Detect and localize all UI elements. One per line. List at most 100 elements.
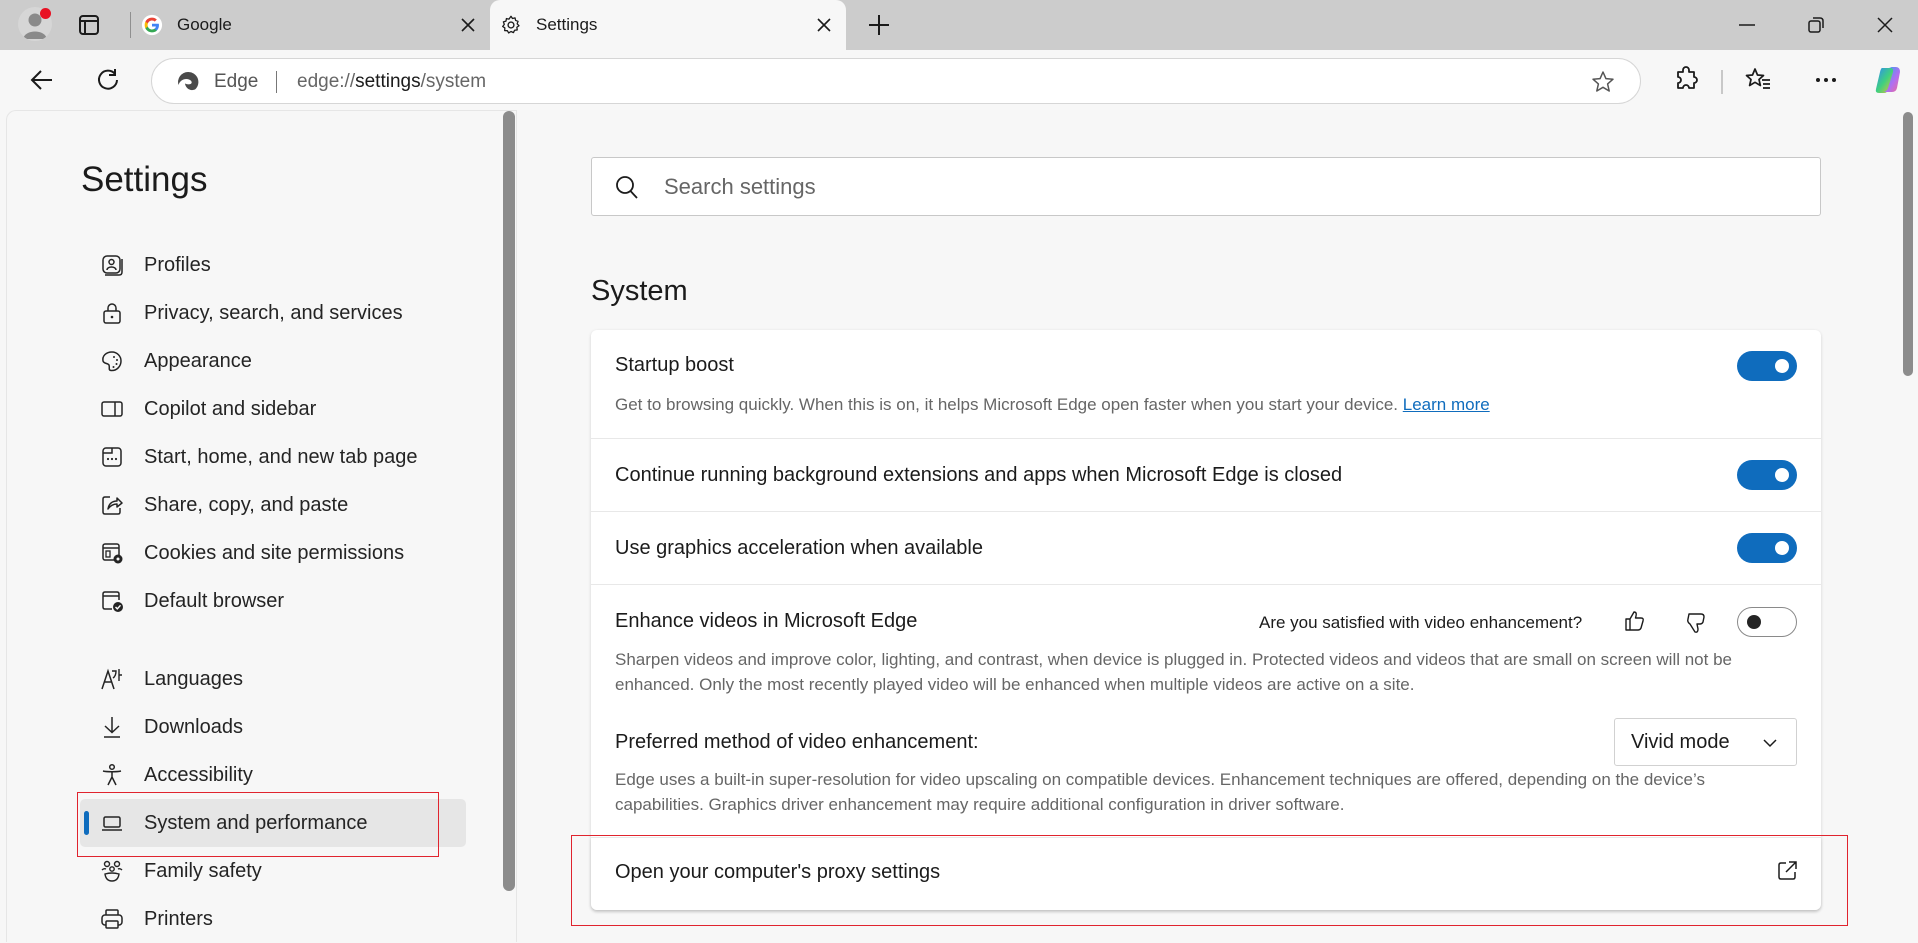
- sidebar-item-downloads[interactable]: Downloads: [80, 703, 466, 751]
- sidebar-item-cookies[interactable]: Cookies and site permissions: [80, 529, 466, 577]
- startup-boost-toggle[interactable]: [1737, 351, 1797, 381]
- close-icon: [1877, 17, 1893, 33]
- proxy-settings-row[interactable]: Open your computer's proxy settings: [591, 837, 1821, 910]
- address-separator: [276, 71, 277, 93]
- sidebar-item-label: Privacy, search, and services: [144, 301, 403, 324]
- close-tab-button[interactable]: [454, 11, 482, 39]
- laptop-icon: [102, 816, 122, 831]
- row-divider: [591, 584, 1821, 585]
- background-extensions-title: Continue running background extensions a…: [615, 464, 1343, 486]
- tab-actions-button[interactable]: [77, 13, 101, 37]
- sidebar-item-languages[interactable]: Languages: [80, 655, 466, 703]
- tab-google[interactable]: Google: [137, 0, 490, 50]
- feedback-question: Are you satisfied with video enhancement…: [1259, 613, 1583, 632]
- tab-title: Settings: [536, 15, 598, 34]
- external-link-icon[interactable]: [1775, 859, 1799, 883]
- toolbar: Edge edge://settings/system: [0, 50, 1918, 110]
- more-options-button[interactable]: [1812, 66, 1840, 94]
- search-input[interactable]: [664, 168, 1764, 206]
- graphics-acceleration-toggle[interactable]: [1737, 533, 1797, 563]
- extensions-button[interactable]: [1672, 66, 1700, 94]
- ellipsis-icon: [1816, 78, 1836, 82]
- profile-icon: [102, 255, 123, 276]
- gear-icon: [502, 15, 520, 34]
- close-icon: [817, 18, 831, 32]
- favorite-star-icon[interactable]: [1590, 69, 1616, 95]
- sidebar-item-label: Copilot and sidebar: [144, 397, 317, 420]
- thumbs-down-icon[interactable]: [1684, 611, 1708, 635]
- new-tab-button[interactable]: [866, 12, 892, 38]
- notification-dot: [40, 8, 51, 19]
- search-icon: [616, 176, 638, 199]
- toolbar-separator: [1721, 70, 1723, 94]
- back-button[interactable]: [28, 66, 56, 94]
- sidebar-scrollbar[interactable]: [503, 111, 515, 891]
- sidebar-item-label: Appearance: [144, 349, 252, 372]
- startup-boost-description: Get to browsing quickly. When this is on…: [615, 395, 1490, 414]
- enhancement-method-title: Preferred method of video enhancement:: [615, 731, 979, 753]
- printer-icon: [101, 909, 123, 929]
- graphics-acceleration-title: Use graphics acceleration when available: [615, 537, 983, 559]
- site-identity-label: Edge: [214, 71, 259, 92]
- sidebar-item-accessibility[interactable]: Accessibility: [80, 751, 466, 799]
- section-title: System: [591, 275, 688, 307]
- close-tab-button[interactable]: [810, 11, 838, 39]
- sidebar-title: Settings: [81, 160, 208, 199]
- languages-icon: [101, 668, 122, 690]
- accessibility-icon: [102, 763, 122, 786]
- palette-icon: [102, 351, 122, 372]
- sidebar-item-system-performance[interactable]: System and performance: [80, 799, 466, 847]
- arrow-left-icon: [30, 70, 52, 90]
- restore-button[interactable]: [1805, 14, 1827, 36]
- row-divider: [591, 438, 1821, 439]
- minimize-button[interactable]: [1736, 14, 1758, 36]
- sidebar-item-label: Default browser: [144, 589, 285, 612]
- google-g-icon: [141, 14, 163, 36]
- refresh-icon: [98, 69, 118, 90]
- tab-strip: Google Settings: [0, 0, 1918, 50]
- favorites-list-icon: [1745, 68, 1770, 89]
- enhance-videos-toggle[interactable]: [1737, 607, 1797, 637]
- sidebar-item-appearance[interactable]: Appearance: [80, 337, 466, 385]
- tab-title: Google: [177, 15, 232, 34]
- sidebar-item-share-copy-paste[interactable]: Share, copy, and paste: [80, 481, 466, 529]
- sidebar-item-label: Printers: [144, 907, 213, 930]
- startup-boost-title: Startup boost: [615, 354, 734, 376]
- sidebar-panel-icon: [101, 401, 123, 417]
- tab-settings[interactable]: Settings: [490, 0, 846, 50]
- page-scrollbar[interactable]: [1903, 112, 1913, 376]
- sidebar-item-label: Accessibility: [144, 763, 253, 786]
- sidebar-item-label: Languages: [144, 667, 243, 690]
- sidebar-item-printers[interactable]: Printers: [80, 895, 466, 943]
- learn-more-link[interactable]: Learn more: [1403, 395, 1490, 414]
- enhancement-method-dropdown[interactable]: Vivid mode: [1614, 718, 1797, 766]
- tab-separator: [130, 12, 131, 38]
- copilot-button[interactable]: [1872, 64, 1904, 96]
- sidebar-item-label: Cookies and site permissions: [144, 541, 405, 564]
- dropdown-selected-value: Vivid mode: [1631, 730, 1730, 753]
- sidebar-item-label: System and performance: [144, 811, 368, 834]
- refresh-button[interactable]: [94, 66, 122, 94]
- minimize-icon: [1739, 24, 1755, 26]
- toggle-knob: [1775, 468, 1789, 482]
- thumbs-up-icon[interactable]: [1623, 609, 1647, 633]
- lock-icon: [103, 303, 121, 324]
- share-icon: [102, 496, 123, 515]
- sidebar-item-default-browser[interactable]: Default browser: [80, 577, 466, 625]
- cookie-settings-icon: [102, 543, 123, 564]
- close-window-button[interactable]: [1874, 14, 1896, 36]
- sidebar-item-profiles[interactable]: Profiles: [80, 241, 466, 289]
- toggle-knob: [1747, 615, 1761, 629]
- toggle-knob: [1775, 541, 1789, 555]
- sidebar-item-start-home-newtab[interactable]: Start, home, and new tab page: [80, 433, 466, 481]
- restore-icon: [1808, 17, 1824, 33]
- favorites-button[interactable]: [1744, 66, 1772, 94]
- background-extensions-toggle[interactable]: [1737, 460, 1797, 490]
- sidebar-item-family-safety[interactable]: Family safety: [80, 847, 466, 895]
- search-settings-box[interactable]: [591, 157, 1821, 216]
- sidebar-item-label: Downloads: [144, 715, 243, 738]
- enhancement-method-description: Edge uses a built-in super-resolution fo…: [615, 770, 1705, 814]
- sidebar-item-copilot-sidebar[interactable]: Copilot and sidebar: [80, 385, 466, 433]
- sidebar-item-privacy[interactable]: Privacy, search, and services: [80, 289, 466, 337]
- address-bar[interactable]: Edge edge://settings/system: [151, 58, 1641, 104]
